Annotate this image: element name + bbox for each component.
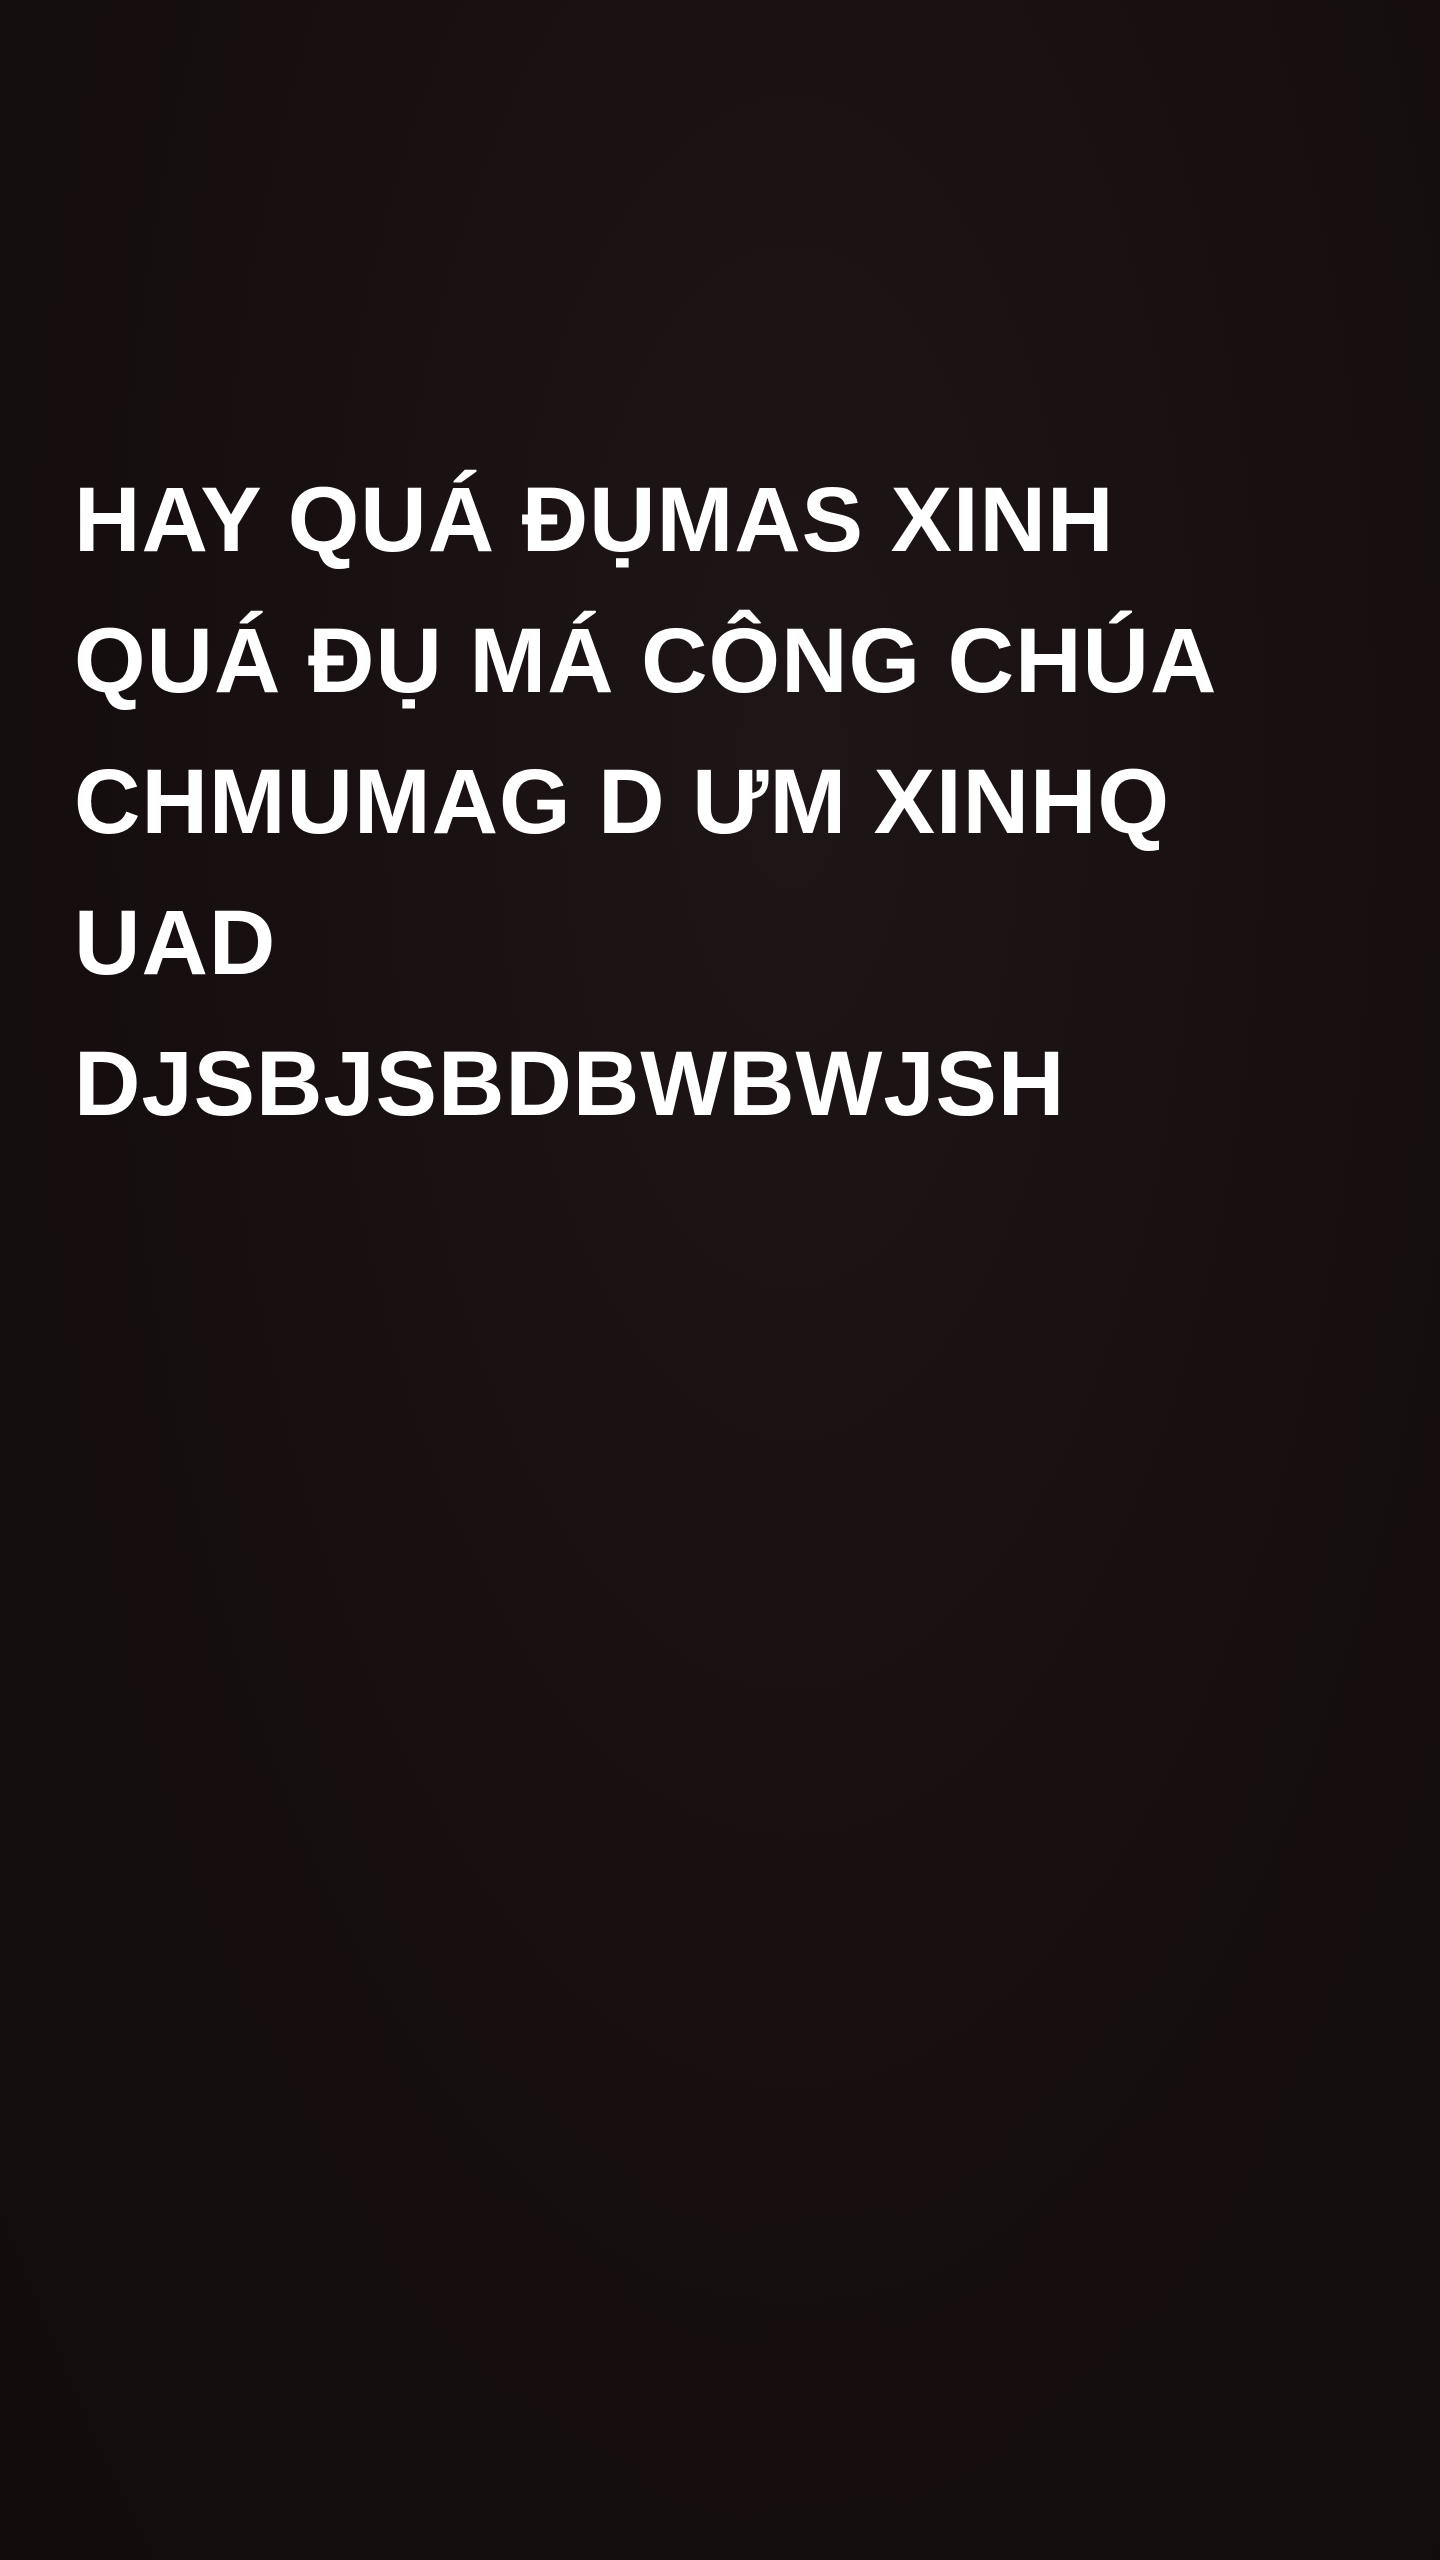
story-text-line-5: DJSBJSBDBWBWJSH [74, 1033, 1066, 1135]
story-text-line-2: QUÁ ĐỤ MÁ CÔNG CHÚA [74, 610, 1218, 712]
story-text-block: HAY QUÁ ĐỤMAS XINH QUÁ ĐỤ MÁ CÔNG CHÚA C… [74, 450, 1374, 1155]
story-text-line-1: HAY QUÁ ĐỤMAS XINH [74, 469, 1115, 571]
story-text-line-3: CHMUMAG D ƯM XINHQ [74, 751, 1171, 853]
story-canvas: HAY QUÁ ĐỤMAS XINH QUÁ ĐỤ MÁ CÔNG CHÚA C… [0, 0, 1440, 2560]
story-text-line-4: UAD [74, 892, 277, 994]
